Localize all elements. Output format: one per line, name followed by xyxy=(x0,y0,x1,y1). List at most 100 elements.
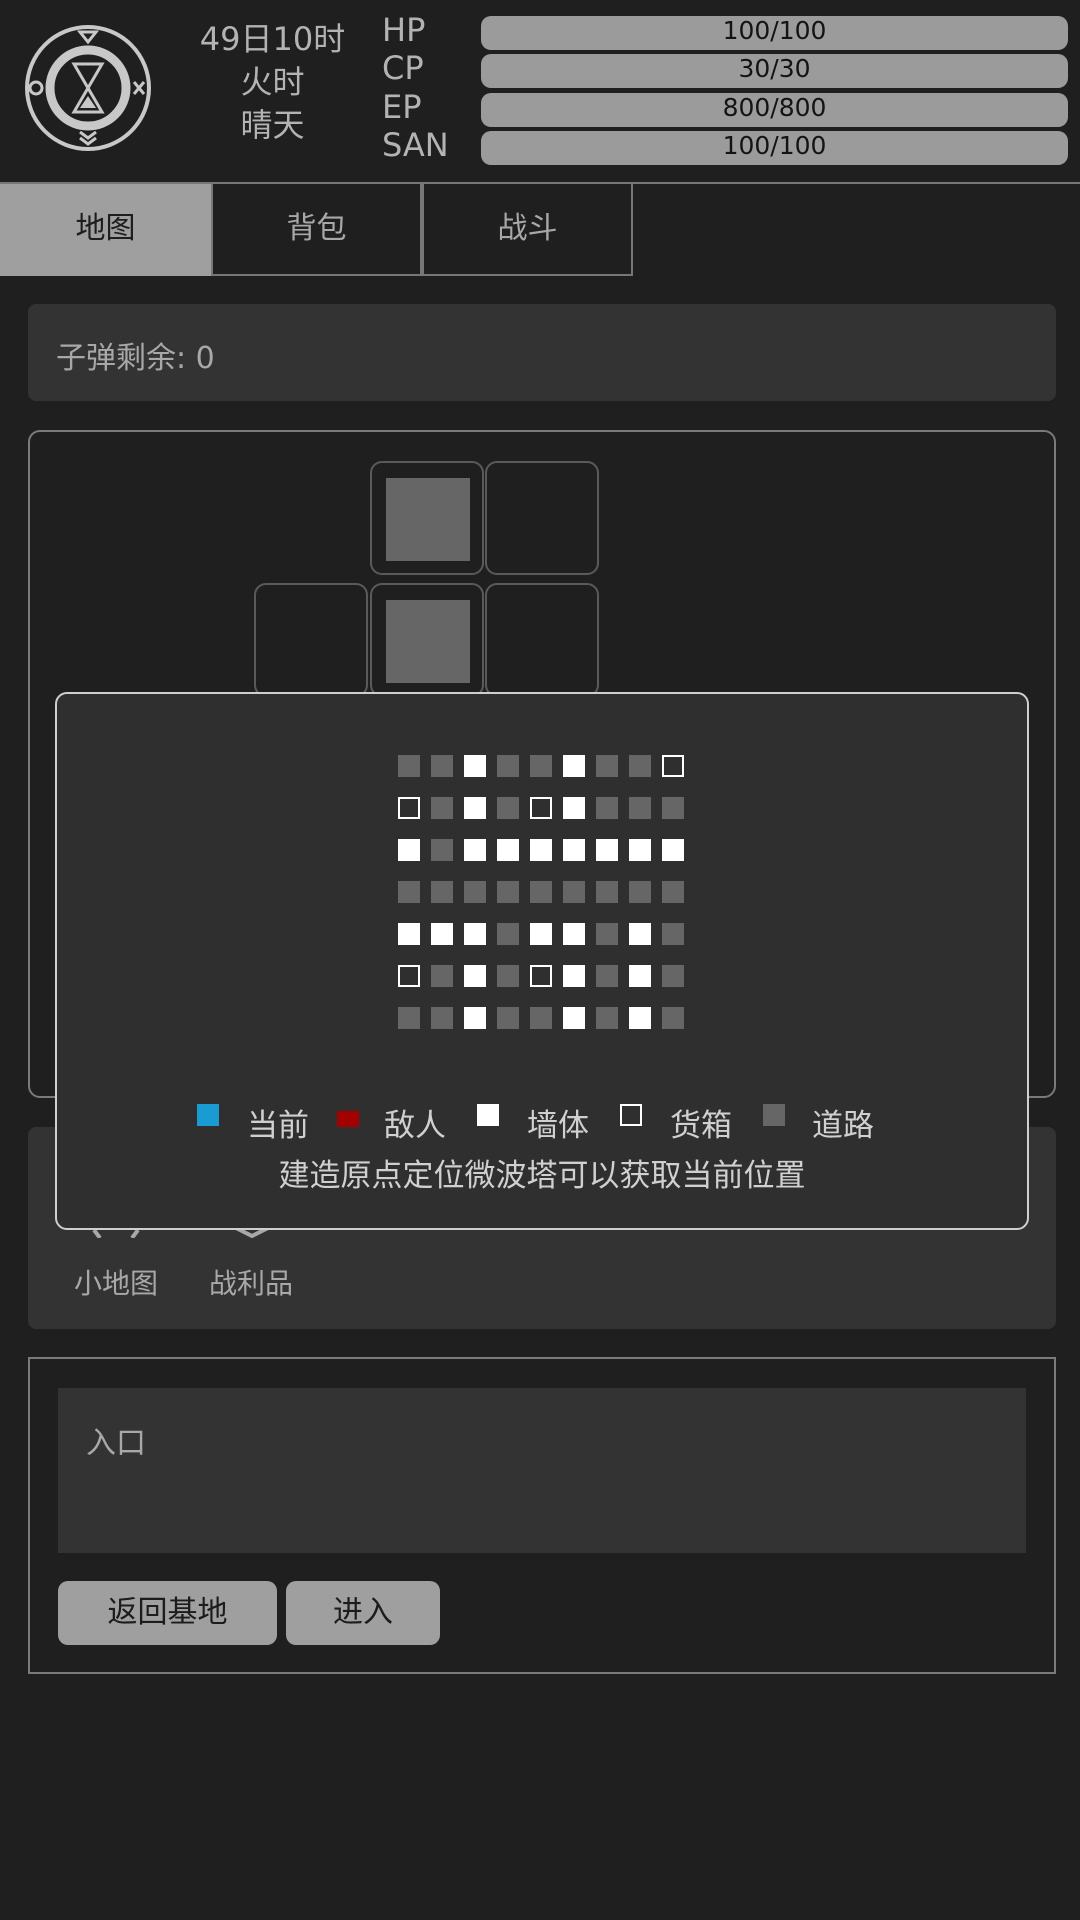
map-cell[interactable] xyxy=(485,583,599,697)
ammo-remaining: 子弹剩余: 0 xyxy=(56,341,215,376)
map-cell-fill xyxy=(386,478,470,561)
minimap-cell-road xyxy=(431,881,453,903)
minimap-hint: 建造原点定位微波塔可以获取当前位置 xyxy=(278,1158,806,1194)
legend-label-wall: 墙体 xyxy=(527,1108,589,1144)
minimap-cell-road xyxy=(431,1007,453,1029)
minimap-cell-wall xyxy=(530,923,552,945)
cp-bar: 30/30 xyxy=(481,54,1068,88)
minimap-cell-road xyxy=(431,839,453,861)
minimap-cell-road xyxy=(497,965,519,987)
minimap-cell-wall xyxy=(563,1007,585,1029)
minimap-cell-road xyxy=(629,755,651,777)
minimap-cell-wall xyxy=(629,1007,651,1029)
minimap-cell-crate xyxy=(530,797,552,819)
enter-button[interactable]: 进入 xyxy=(286,1581,440,1645)
minimap-cell-wall xyxy=(596,839,618,861)
minimap-cell-wall xyxy=(431,923,453,945)
minimap-cell-road xyxy=(596,1007,618,1029)
minimap-cell-road xyxy=(464,881,486,903)
tab-map[interactable]: 地图 xyxy=(0,184,211,276)
minimap-cell-road xyxy=(596,755,618,777)
minimap-cell-road xyxy=(431,797,453,819)
minimap-cell-road xyxy=(629,881,651,903)
minimap-cell-wall xyxy=(464,923,486,945)
minimap-cell-wall xyxy=(662,839,684,861)
map-cell-fill xyxy=(386,600,470,683)
loot-label[interactable]: 战利品 xyxy=(209,1262,293,1302)
minimap-cell-road xyxy=(497,881,519,903)
minimap-label[interactable]: 小地图 xyxy=(74,1262,158,1302)
minimap-cell-wall xyxy=(563,839,585,861)
minimap-cell-road xyxy=(431,965,453,987)
minimap-cell-wall xyxy=(398,923,420,945)
minimap-cell-road xyxy=(662,1007,684,1029)
location-description-box xyxy=(58,1388,1026,1553)
minimap-cell-wall xyxy=(563,797,585,819)
minimap-cell-road xyxy=(596,881,618,903)
minimap-cell-road xyxy=(398,881,420,903)
minimap-cell-road xyxy=(497,797,519,819)
legend-label-current: 当前 xyxy=(247,1108,309,1144)
san-bar: 100/100 xyxy=(481,131,1068,165)
map-cell[interactable] xyxy=(254,583,368,697)
minimap-cell-road xyxy=(431,755,453,777)
minimap-cell-road xyxy=(398,755,420,777)
game-period: 火时 xyxy=(240,63,305,101)
minimap-cell-road xyxy=(629,797,651,819)
legend-label-crate: 货箱 xyxy=(670,1108,732,1144)
minimap-cell-road xyxy=(530,1007,552,1029)
minimap-cell-crate xyxy=(398,965,420,987)
minimap-cell-road xyxy=(662,797,684,819)
hourglass-clock-icon xyxy=(25,25,151,151)
cp-label: CP xyxy=(382,49,424,87)
tab-backpack[interactable]: 背包 xyxy=(211,184,422,276)
legend-swatch-current xyxy=(197,1104,219,1126)
legend-swatch-crate xyxy=(620,1104,642,1126)
minimap-cell-wall xyxy=(464,755,486,777)
return-base-button[interactable]: 返回基地 xyxy=(58,1581,277,1645)
minimap-cell-road xyxy=(497,755,519,777)
location-description: 入口 xyxy=(86,1426,146,1461)
minimap-cell-wall xyxy=(629,965,651,987)
minimap-cell-road xyxy=(596,923,618,945)
minimap-cell-crate xyxy=(398,797,420,819)
legend-label-road: 道路 xyxy=(812,1108,874,1144)
map-cell[interactable] xyxy=(485,461,599,575)
minimap-cell-wall xyxy=(563,965,585,987)
minimap-cell-wall xyxy=(464,839,486,861)
map-cell[interactable] xyxy=(370,583,484,697)
minimap-cell-wall xyxy=(629,839,651,861)
minimap-cell-road xyxy=(662,923,684,945)
legend-swatch-wall xyxy=(477,1104,499,1126)
minimap-cell-road xyxy=(662,965,684,987)
weather-label: 晴天 xyxy=(240,106,305,144)
ep-bar: 800/800 xyxy=(481,93,1068,127)
minimap-cell-road xyxy=(530,755,552,777)
minimap-cell-road xyxy=(398,1007,420,1029)
minimap-cell-crate xyxy=(530,965,552,987)
legend-swatch-road xyxy=(763,1104,785,1126)
minimap-cell-road xyxy=(596,797,618,819)
map-cell[interactable] xyxy=(370,461,484,575)
ep-label: EP xyxy=(382,88,422,126)
minimap-cell-wall xyxy=(563,923,585,945)
tab-battle[interactable]: 战斗 xyxy=(422,184,633,276)
minimap-cell-crate xyxy=(662,755,684,777)
minimap-cell-road xyxy=(596,965,618,987)
minimap-cell-wall xyxy=(464,1007,486,1029)
game-day-time: 49日10时 xyxy=(199,20,346,58)
legend-swatch-enemy xyxy=(337,1111,359,1127)
minimap-cell-wall xyxy=(464,965,486,987)
minimap-cell-wall xyxy=(530,839,552,861)
minimap-cell-road xyxy=(497,1007,519,1029)
minimap-cell-wall xyxy=(497,839,519,861)
minimap-cell-road xyxy=(497,923,519,945)
minimap-cell-road xyxy=(662,881,684,903)
minimap-cell-wall xyxy=(398,839,420,861)
minimap-cell-wall xyxy=(629,923,651,945)
minimap-cell-road xyxy=(563,881,585,903)
minimap-cell-wall xyxy=(464,797,486,819)
minimap-cell-wall xyxy=(563,755,585,777)
legend-label-enemy: 敌人 xyxy=(384,1108,446,1144)
minimap-cell-road xyxy=(530,881,552,903)
